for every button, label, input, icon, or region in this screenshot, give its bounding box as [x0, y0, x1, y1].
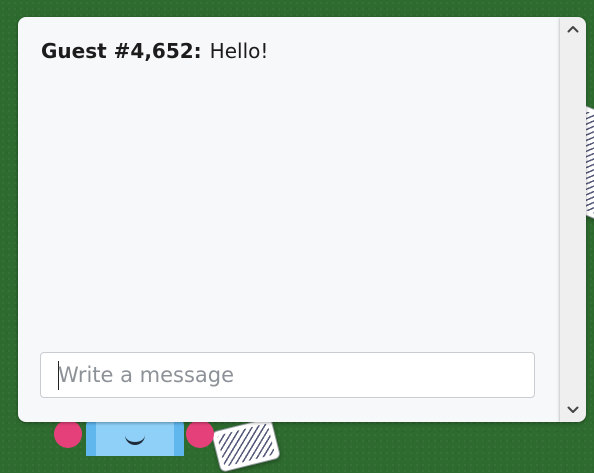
chat-panel: Guest #4,652: Hello!: [18, 17, 560, 422]
chat-scrollbar[interactable]: [560, 17, 586, 422]
message-sender: Guest #4,652:: [41, 39, 202, 63]
card-back-pattern: [216, 423, 276, 467]
scroll-down-button[interactable]: [560, 400, 586, 420]
background-card: [210, 417, 282, 473]
player-avatar: [54, 416, 214, 456]
scroll-up-button[interactable]: [560, 19, 586, 39]
message-input-box[interactable]: [40, 352, 535, 398]
message-text: Hello!: [209, 39, 269, 63]
chevron-up-icon: [567, 26, 579, 33]
chat-message: Guest #4,652: Hello!: [41, 39, 268, 63]
avatar-head: [86, 416, 184, 456]
message-input[interactable]: [58, 353, 528, 397]
chevron-down-icon: [567, 406, 579, 413]
